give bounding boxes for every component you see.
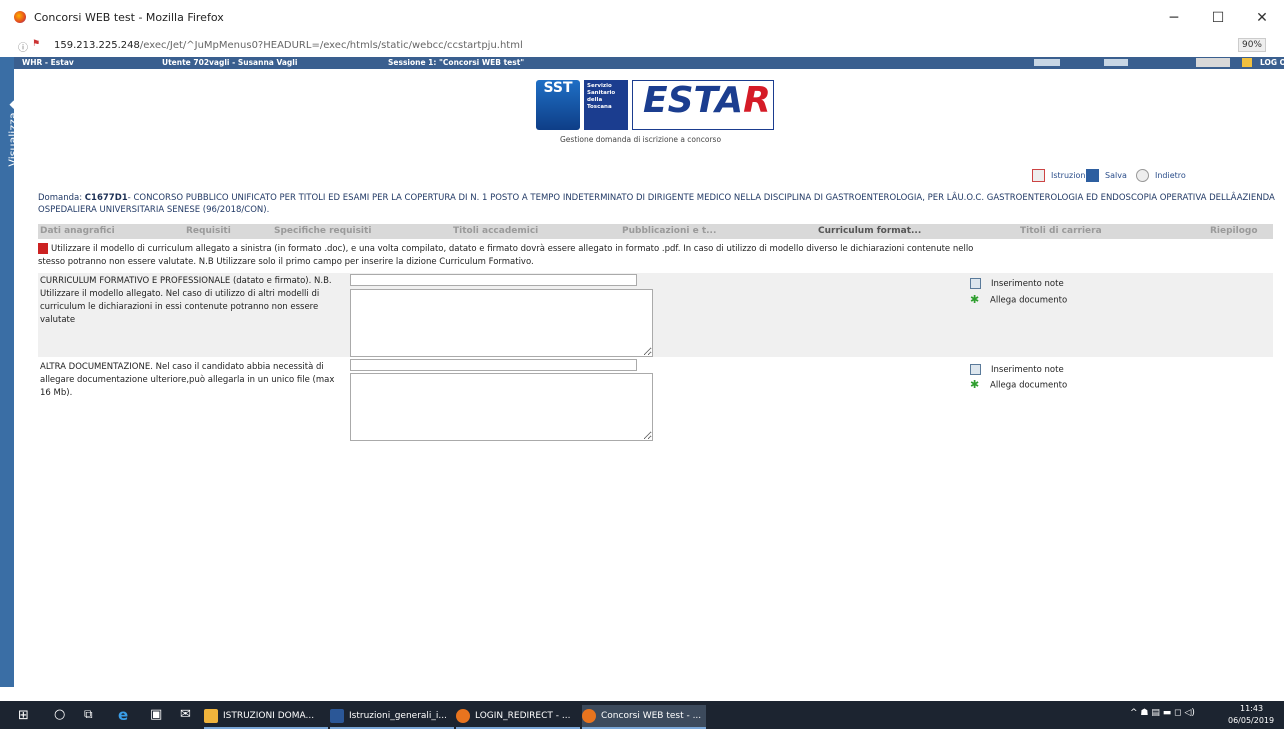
curriculum-textarea[interactable]	[350, 289, 653, 357]
document-icon	[1032, 169, 1045, 182]
folder-icon	[204, 708, 218, 723]
tab-pubblicazioni[interactable]: Pubblicazioni e t...	[622, 226, 716, 236]
url-text[interactable]: 159.213.225.248/exec/Jet/^JuMpMenus0?HEA…	[54, 40, 523, 51]
altra-documentazione-attach-link[interactable]: ✱ Allega documento	[970, 378, 1067, 391]
section-tabs: Dati anagrafici Requisiti Specifiche req…	[38, 224, 1273, 239]
search-icon[interactable]: ○	[54, 707, 65, 722]
tab-riepilogo[interactable]: Riepilogo	[1210, 226, 1258, 236]
pdf-icon[interactable]	[38, 243, 48, 254]
indietro-button[interactable]: Indietro	[1136, 169, 1186, 182]
page-caption: Gestione domanda di iscrizione a concors…	[560, 135, 722, 144]
sst-logo: SST	[536, 80, 580, 130]
clock-time[interactable]: 11:43	[1240, 704, 1263, 713]
altra-documentazione-label: ALTRA DOCUMENTAZIONE. Nel caso il candid…	[40, 362, 335, 398]
windows-taskbar: ⊞ ○ ⧉ e ▣ ✉ ISTRUZIONI DOMA... Istruzion…	[0, 701, 1284, 729]
curriculum-note-link[interactable]: Inserimento note	[970, 278, 1064, 289]
curriculum-attach-link[interactable]: ✱ Allega documento	[970, 293, 1067, 306]
user-info: Utente 702vagli - Susanna Vagli	[162, 58, 298, 67]
altra-documentazione-textarea[interactable]	[350, 373, 653, 441]
edit-note-icon	[970, 364, 981, 375]
logout-link[interactable]: LOG OUT	[1260, 58, 1284, 67]
system-tray-icons[interactable]: ^ ☗ ▤ ▬ ◻ ◁)	[1130, 708, 1195, 718]
altra-documentazione-input[interactable]	[350, 359, 637, 371]
back-icon	[1136, 169, 1149, 182]
curriculum-label: CURRICULUM FORMATIVO E PROFESSIONALE (da…	[40, 276, 332, 325]
tab-requisiti[interactable]: Requisiti	[186, 226, 231, 236]
firefox-icon	[582, 708, 596, 723]
info-icon[interactable]: ⓘ	[18, 39, 28, 54]
mail-icon[interactable]: ✉	[180, 707, 191, 722]
info-text: Utilizzare il modello di curriculum alle…	[38, 243, 974, 267]
zoom-level[interactable]: 90%	[1237, 38, 1266, 52]
visualizza-side-tab[interactable]: Visualizza ◆	[0, 57, 20, 687]
edge-icon[interactable]: e	[118, 706, 128, 724]
salva-button[interactable]: Salva	[1086, 169, 1127, 182]
servizio-sanitario-logo: Servizio Sanitario della Toscana	[584, 80, 628, 130]
taskbar-item-istruzioni[interactable]: ISTRUZIONI DOMA...	[204, 705, 328, 729]
save-icon	[1086, 169, 1099, 182]
status-indicator-icon	[1034, 59, 1060, 66]
url-bar[interactable]: ⓘ ⚑ 159.213.225.248/exec/Jet/^JuMpMenus0…	[0, 36, 1284, 56]
istruzioni-button[interactable]: Istruzioni	[1032, 169, 1088, 182]
domanda-description: Domanda: C1677D1- CONCORSO PUBBLICO UNIF…	[38, 193, 1275, 215]
window-titlebar: Concorsi WEB test - Mozilla Firefox ─ ☐ …	[0, 0, 1284, 36]
firefox-icon	[456, 708, 470, 723]
tab-dati-anagrafici[interactable]: Dati anagrafici	[40, 226, 115, 236]
tab-curriculum-formativo[interactable]: Curriculum format...	[818, 226, 921, 236]
taskbar-item-istruzioni-generali[interactable]: Istruzioni_generali_i...	[330, 705, 454, 729]
minimize-button[interactable]: ─	[1152, 6, 1196, 30]
permissions-icon[interactable]: ⚑	[32, 39, 40, 49]
edit-note-icon	[970, 278, 981, 289]
altra-documentazione-section: ALTRA DOCUMENTAZIONE. Nel caso il candid…	[38, 358, 1273, 442]
tab-titoli-accademici[interactable]: Titoli accademici	[453, 226, 538, 236]
tab-titoli-carriera[interactable]: Titoli di carriera	[1020, 226, 1102, 236]
curriculum-section: CURRICULUM FORMATIVO E PROFESSIONALE (da…	[38, 273, 1273, 357]
task-view-icon[interactable]: ⧉	[84, 707, 93, 722]
tab-specifiche-requisiti[interactable]: Specifiche requisiti	[274, 226, 371, 236]
session-info: Sessione 1: "Concorsi WEB test"	[388, 58, 525, 67]
windows-start-icon[interactable]: ⊞	[18, 708, 29, 723]
taskbar-item-login-redirect[interactable]: LOGIN_REDIRECT - ...	[456, 705, 580, 729]
store-icon[interactable]: ▣	[150, 707, 162, 722]
toolbar-icons[interactable]	[1196, 58, 1230, 67]
taskbar-item-concorsi[interactable]: Concorsi WEB test - ...	[582, 705, 706, 729]
estar-logo: ESTAR	[632, 80, 774, 130]
domanda-code: C1677D1	[84, 193, 128, 203]
status-indicator-icon	[1104, 59, 1128, 66]
add-attachment-icon: ✱	[970, 293, 980, 306]
clock-date[interactable]: 06/05/2019	[1228, 716, 1274, 725]
curriculum-input[interactable]	[350, 274, 637, 286]
add-attachment-icon: ✱	[970, 378, 980, 391]
folder-icon[interactable]	[1242, 58, 1252, 67]
maximize-button[interactable]: ☐	[1196, 6, 1240, 30]
window-title: Concorsi WEB test - Mozilla Firefox	[34, 11, 224, 24]
word-icon	[330, 708, 344, 723]
altra-documentazione-note-link[interactable]: Inserimento note	[970, 364, 1064, 375]
firefox-icon	[14, 11, 26, 23]
close-button[interactable]: ✕	[1240, 6, 1284, 30]
app-header-bar: WHR - Estav Utente 702vagli - Susanna Va…	[14, 57, 1284, 69]
app-name: WHR - Estav	[22, 58, 74, 67]
